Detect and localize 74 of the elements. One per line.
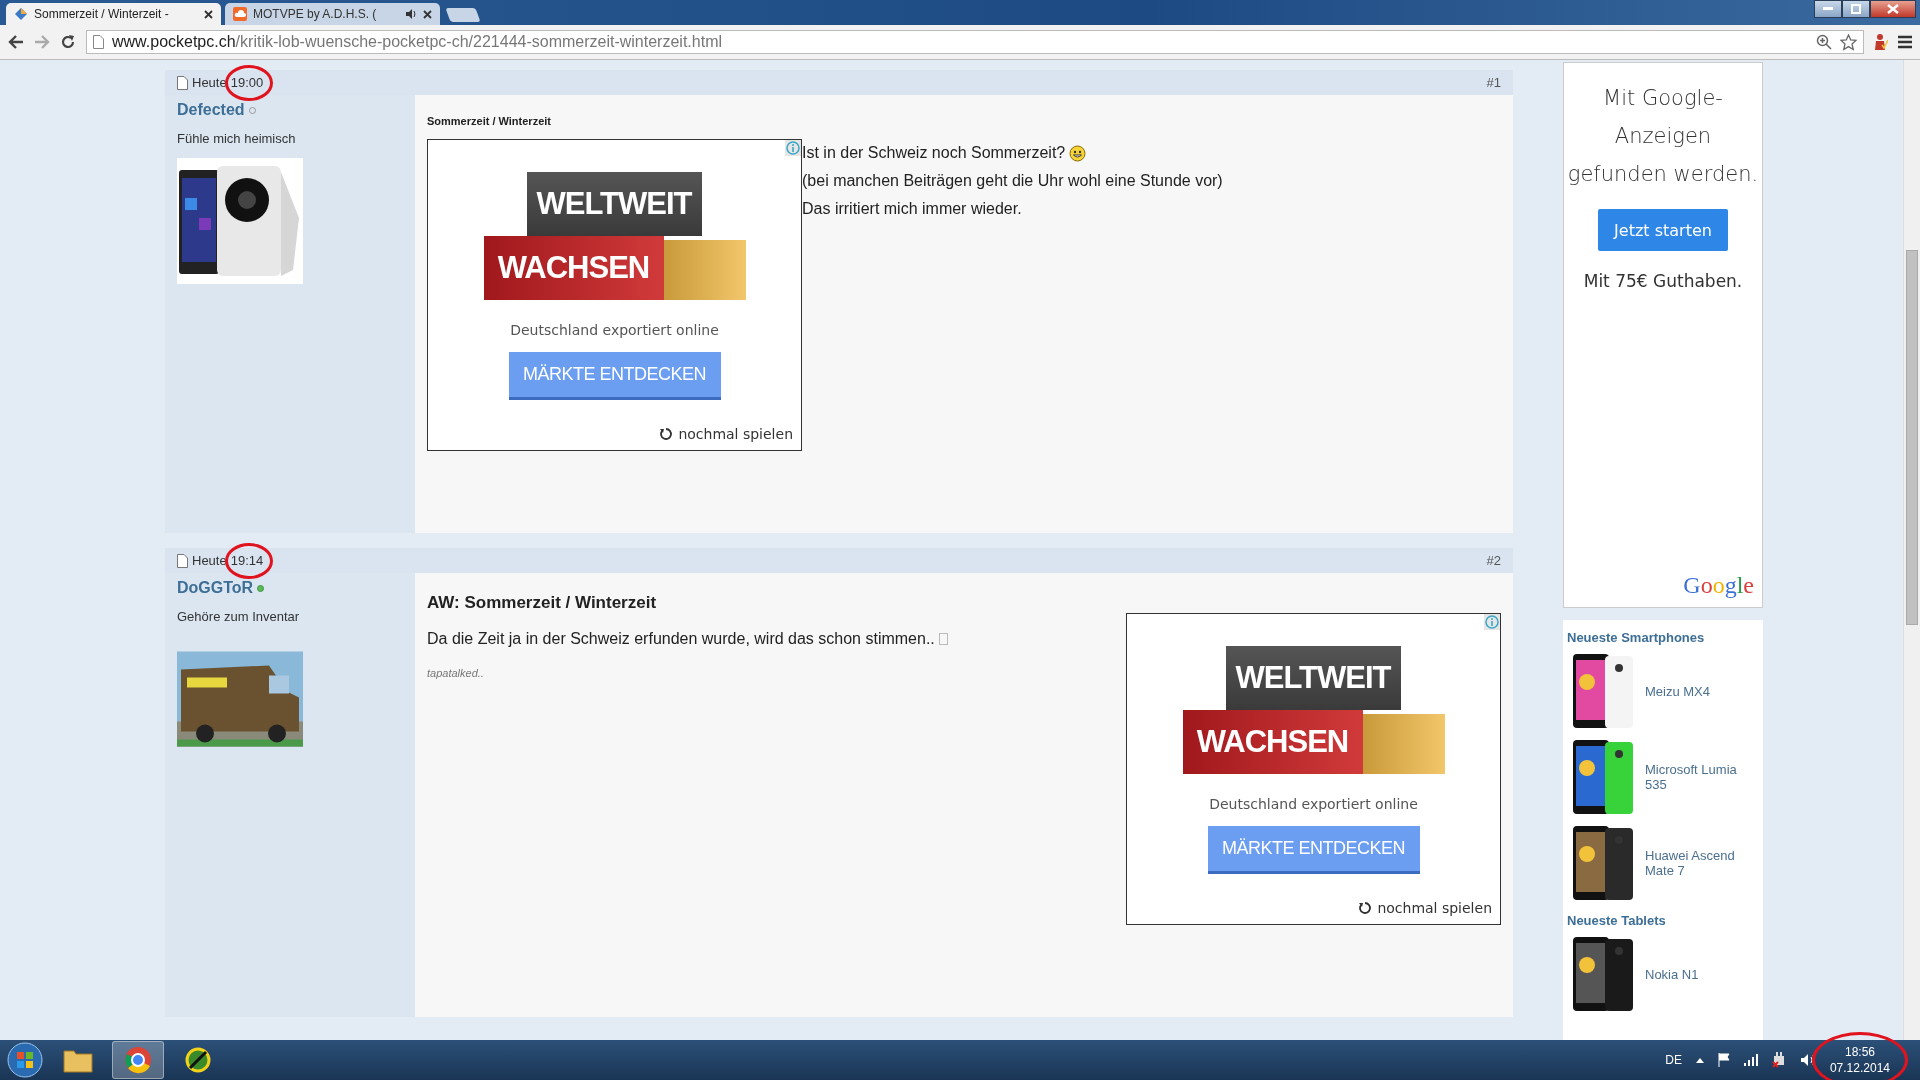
back-icon[interactable]: [8, 35, 24, 49]
ad-note: Mit 75€ Guthaben.: [1583, 271, 1743, 291]
scrollbar[interactable]: [1903, 60, 1920, 1040]
clock-time[interactable]: 18:56: [1844, 1044, 1875, 1060]
menu-icon[interactable]: [1898, 35, 1912, 49]
section-title: Neueste Tablets: [1567, 913, 1667, 928]
start-button[interactable]: [6, 1041, 44, 1079]
browser-tab[interactable]: Sommerzeit / Winterzeit -: [6, 3, 221, 25]
cloud-icon: [233, 7, 247, 21]
author-name[interactable]: Defected: [177, 101, 245, 119]
ad-headline: WELTWEIT: [1225, 646, 1401, 710]
ad-tagline: Deutschland exportiert online: [510, 322, 719, 338]
browser-tab[interactable]: MOTVPE by A.D.H.S. (: [225, 3, 440, 25]
replay-link[interactable]: nochmal spielen: [1377, 900, 1492, 916]
clock-date[interactable]: 07.12.2014: [1829, 1060, 1890, 1076]
post-time: 19:00: [230, 75, 264, 90]
close-icon: [1887, 4, 1899, 14]
post-title: AW: Sommerzeit / Winterzeit: [427, 593, 658, 613]
minimize-button[interactable]: [1814, 0, 1842, 18]
ad-logo[interactable]: Google: [1683, 572, 1754, 599]
post-text: Da die Zeit ja in der Schweiz erfunden wurde, wird das schon stimmen..: [427, 629, 935, 649]
post-number[interactable]: #2: [1486, 553, 1501, 568]
document-icon: [177, 553, 188, 568]
ad-tagline: Deutschland exportiert online: [1209, 796, 1418, 812]
ad-button[interactable]: Jetzt starten: [1598, 209, 1728, 251]
signal-icon[interactable]: [1743, 1054, 1758, 1066]
taskbar-app[interactable]: [112, 1041, 164, 1079]
ad-headline: WACHSEN: [483, 236, 664, 300]
reload-icon[interactable]: [60, 34, 76, 50]
user-rank: Gehöre zum Inventar: [177, 609, 301, 624]
post-date: Heute: [192, 75, 227, 90]
user-rank: Fühle mich heimisch: [177, 131, 297, 146]
close-button[interactable]: [1870, 0, 1916, 18]
smiley-icon: [1069, 144, 1087, 162]
missing-glyph-icon: [938, 633, 948, 645]
browser-icon: [124, 1046, 152, 1074]
zoom-icon[interactable]: [1816, 34, 1832, 50]
site-icon: [14, 7, 28, 21]
address-field[interactable]: www.pocketpc.ch/kritik-lob-wuensche-pocketpc-ch/221444-sommerzeit-winterzeit.html: [86, 30, 1864, 54]
post-title: Sommerzeit / Winterzeit: [427, 115, 552, 127]
section-title: Neueste Smartphones: [1567, 630, 1706, 645]
maximize-icon: [1851, 4, 1861, 14]
signature: tapatalked..: [427, 667, 485, 679]
minimize-icon: [1823, 7, 1833, 11]
post-number[interactable]: #1: [1486, 75, 1501, 90]
language-indicator[interactable]: DE: [1665, 1053, 1682, 1067]
device-link[interactable]: Meizu MX4: [1645, 683, 1755, 699]
post-text: Ist in der Schweiz noch Sommerzeit?: [802, 143, 1066, 163]
author-name[interactable]: DoGGToR: [177, 579, 254, 597]
ad-headline: WACHSEN: [1182, 710, 1363, 774]
document-icon: [177, 75, 188, 90]
power-icon[interactable]: [1771, 1052, 1786, 1068]
caret-icon[interactable]: [1695, 1057, 1704, 1063]
page-icon: [93, 35, 104, 49]
star-icon[interactable]: [1840, 33, 1857, 51]
close-icon[interactable]: [423, 9, 432, 19]
post-text: Das irritiert mich immer wieder.: [802, 199, 1022, 219]
ad-text: Mit Google-Anzeigen gefunden werden.: [1566, 85, 1760, 188]
device-link[interactable]: Nokia N1: [1645, 966, 1755, 982]
flag-icon[interactable]: [1717, 1053, 1730, 1067]
replay-link[interactable]: nochmal spielen: [678, 426, 793, 442]
device-link[interactable]: Huawei Ascend Mate 7: [1645, 848, 1755, 878]
post-time: 19:14: [230, 553, 264, 568]
extension-icon[interactable]: [1874, 33, 1888, 51]
replay-icon: [659, 427, 674, 441]
folder-icon: [63, 1047, 93, 1073]
close-icon[interactable]: [204, 9, 213, 19]
replay-icon: [1358, 901, 1373, 915]
new-tab-button[interactable]: [445, 8, 481, 22]
device-link[interactable]: Microsoft Lumia 535: [1645, 762, 1755, 792]
post-text: (bei manchen Beiträgen geht die Uhr wohl eine Stunde vor): [802, 171, 1223, 191]
post-date: Heute: [192, 553, 227, 568]
maximize-button[interactable]: [1842, 0, 1870, 18]
ad-headline: WELTWEIT: [526, 172, 702, 236]
